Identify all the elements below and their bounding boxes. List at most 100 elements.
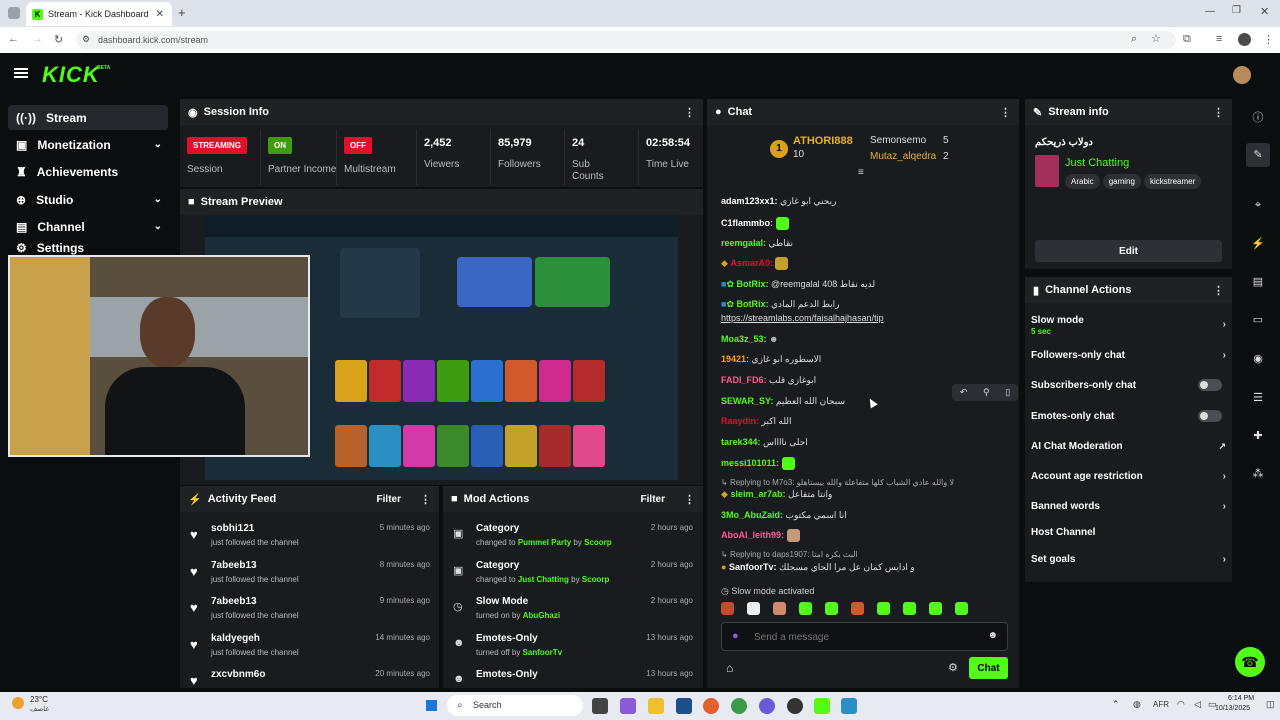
sidebar-item-studio[interactable]: ⊕ Studio ⌄ [8,187,168,212]
browser-menu-icon[interactable]: ⋮ [1263,33,1274,46]
emote-icon[interactable] [929,601,942,615]
reply-icon[interactable]: ↶ [960,387,968,398]
emotes-only-toggle[interactable] [1198,410,1222,422]
banned-words-action[interactable]: Banned words › [1031,501,1226,512]
chat-username[interactable]: BotRix: [737,299,769,309]
browser-tab[interactable]: K Stream - Kick Dashboard ✕ [26,2,172,26]
mod-detail-highlight[interactable]: SanfoorTv [523,648,563,657]
forward-icon[interactable]: → [32,33,43,45]
layers-icon[interactable]: ☰ [1246,386,1270,410]
chat-username[interactable]: reemgalal: [721,238,766,248]
chat-username[interactable]: AsmarA0: [730,258,773,268]
chat-settings-icon[interactable]: ⚙ [948,661,958,674]
kick-logo[interactable]: KICK [42,62,100,88]
activity-user[interactable]: 7abeeb13 [211,596,257,607]
chat-input[interactable] [754,628,974,646]
minimize-icon[interactable]: — [1205,6,1215,17]
chat-username[interactable]: sleim_ar7ab: [730,489,785,499]
chat-username[interactable]: BotRix: [737,279,769,289]
reply-target[interactable]: Replying to daps1907: [730,550,810,559]
mod-detail-highlight[interactable]: AbuGhazi [523,611,560,620]
filter-button[interactable]: Filter [377,494,401,505]
activity-user[interactable]: 7abeeb13 [211,560,257,571]
microphone-icon[interactable]: ● [732,630,739,642]
emote-icon[interactable] [903,601,916,615]
emote-icon[interactable] [851,601,864,615]
pen-icon[interactable]: ✎ [1246,143,1270,167]
chat-username[interactable]: Moa3z_53: [721,334,767,344]
target-icon[interactable]: ⌖ [1246,193,1270,217]
activity-user[interactable]: sobhi121 [211,523,254,534]
chat-username[interactable]: AboAl_leith99: [721,530,784,540]
chat-username[interactable]: tarek344: [721,437,761,447]
site-info-icon[interactable]: ⚙ [82,34,90,45]
more-options-icon[interactable]: ⋮ [1213,284,1224,297]
activity-user[interactable]: zxcvbnm6o [211,669,265,680]
send-chat-button[interactable]: Chat [969,657,1008,679]
slow-mode-action[interactable]: Slow mode 5 sec › [1031,315,1226,336]
user-avatar[interactable] [1233,66,1251,84]
hamburger-menu-icon[interactable] [14,68,28,70]
zoom-icon[interactable]: ⌕ [1131,33,1137,46]
profile-avatar-icon[interactable] [1238,33,1251,46]
extensions-icon[interactable]: ⧉ [1183,33,1191,46]
emote-icon[interactable] [877,601,890,615]
more-options-icon[interactable]: ⋮ [684,493,695,506]
subscribers-only-toggle[interactable] [1198,379,1222,391]
tab-menu-icon[interactable] [8,7,20,19]
chat-icon[interactable]: ▭ [1246,308,1270,332]
activity-user[interactable]: kaldyegeh [211,633,260,644]
app-icon[interactable] [841,698,857,714]
document-icon[interactable]: ▤ [1246,270,1270,294]
second-gifter-name[interactable]: Semonsemo [870,135,926,146]
reload-icon[interactable]: ↻ [54,33,63,46]
copilot-icon[interactable] [620,698,636,714]
mod-detail-highlight[interactable]: Just Chatting [518,575,569,584]
weather-temp[interactable]: 23°C [30,695,48,704]
chat-username[interactable]: SEWAR_SY: [721,396,773,406]
store-icon[interactable]: ⌂ [726,661,733,675]
filter-button[interactable]: Filter [641,494,665,505]
top-gifter-name[interactable]: ATHORI888 [793,135,853,147]
windows-start-icon[interactable] [424,698,439,713]
pin-icon[interactable]: ⚲ [983,387,990,398]
chat-username[interactable]: FADI_FD6: [721,375,767,385]
window-close-icon[interactable]: ✕ [1260,5,1269,18]
edit-button[interactable]: Edit [1035,240,1222,262]
emote-icon[interactable] [955,601,968,615]
maximize-icon[interactable]: ❐ [1232,5,1241,16]
category-thumbnail[interactable] [1035,155,1059,187]
sidebar-item-achievements[interactable]: ♜ Achievements [8,159,168,184]
url-field[interactable]: dashboard.kick.com/stream [76,31,1176,49]
media-icon[interactable]: ≡ [1216,33,1222,45]
obs-icon[interactable] [787,698,803,714]
subscribers-only-action[interactable]: Subscribers-only chat [1031,379,1226,391]
wifi-icon[interactable]: ◠ [1177,699,1185,710]
sidebar-item-settings[interactable]: ⚙ Settings [8,241,168,255]
chat-username[interactable]: 3Mo_AbuZaid: [721,510,783,520]
lightning-icon[interactable]: ⚡ [1246,232,1270,256]
tray-chevron-icon[interactable]: ⌃ [1112,699,1120,710]
category-link[interactable]: Just Chatting [1065,157,1129,169]
store-app-icon[interactable] [676,698,692,714]
sidebar-item-channel[interactable]: ▤ Channel ⌄ [8,214,168,239]
emote-icon[interactable] [747,601,760,615]
more-options-icon[interactable]: ⋮ [1000,106,1011,119]
chat-link-text[interactable]: https://streamlabs.com/faisalhajhasan/ti… [721,313,884,323]
emotes-only-action[interactable]: Emotes-only chat [1031,410,1226,422]
clock-time[interactable]: 6:14 PM [1228,695,1254,702]
volume-icon[interactable]: ◁ [1194,699,1201,710]
followers-only-action[interactable]: Followers-only chat › [1031,350,1226,361]
discord-icon[interactable] [759,698,775,714]
emote-icon[interactable] [825,601,838,615]
kick-app-icon[interactable] [814,698,830,714]
notification-icon[interactable]: ◫ [1266,699,1275,710]
sidebar-item-monetization[interactable]: ▣ Monetization ⌄ [8,132,168,157]
chat-username[interactable]: adam123xx1: [721,196,778,206]
taskbar-search[interactable]: ⌕ Search [447,695,583,716]
task-view-icon[interactable] [592,698,608,714]
tag-chip[interactable]: Arabic [1065,174,1100,189]
sidebar-item-stream[interactable]: ((·)) Stream [8,105,168,130]
more-options-icon[interactable]: ⋮ [684,106,695,119]
file-explorer-icon[interactable] [648,698,664,714]
